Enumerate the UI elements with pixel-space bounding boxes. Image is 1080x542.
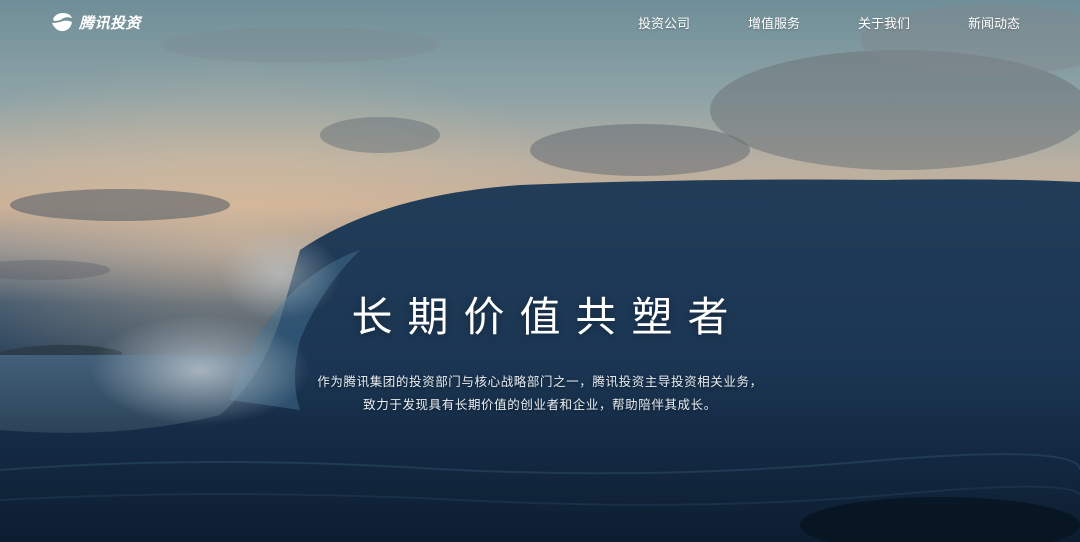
nav-item-news[interactable]: 新闻动态	[968, 13, 1020, 32]
nav-item-portfolio[interactable]: 投资公司	[638, 13, 690, 32]
hero-description-line-1: 作为腾讯集团的投资部门与核心战略部门之一，腾讯投资主导投资相关业务，	[317, 374, 763, 389]
nav-item-about[interactable]: 关于我们	[858, 13, 910, 32]
ocean-wave-background	[0, 0, 1080, 542]
hero-banner: 腾讯投资 投资公司 增值服务 关于我们 新闻动态 长期价值共塑者 作为腾讯集团的…	[0, 0, 1080, 542]
hero-title: 长期价值共塑者	[351, 293, 744, 341]
nav-menu: 投资公司 增值服务 关于我们 新闻动态	[0, 13, 1080, 32]
hero-description-line-2: 致力于发现具有长期价值的创业者和企业，帮助陪伴其成长。	[363, 397, 717, 412]
top-nav: 腾讯投资 投资公司 增值服务 关于我们 新闻动态	[0, 0, 1080, 44]
nav-item-services[interactable]: 增值服务	[748, 13, 800, 32]
